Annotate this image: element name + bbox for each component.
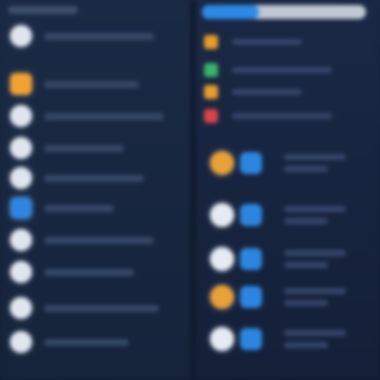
toggle-button[interactable]	[240, 204, 262, 226]
sidebar	[0, 0, 190, 380]
status-row[interactable]	[204, 32, 374, 52]
status-row[interactable]	[204, 82, 374, 102]
setting-row[interactable]	[210, 282, 380, 312]
sidebar-item[interactable]	[0, 66, 190, 102]
main-panel	[196, 0, 380, 380]
status-indicator-icon	[204, 35, 218, 49]
sidebar-item-label	[44, 80, 139, 88]
circle-icon	[10, 261, 32, 283]
sidebar-item[interactable]	[10, 24, 180, 48]
progress-fill	[202, 5, 260, 19]
app-icon-orange	[210, 285, 234, 309]
app-window	[0, 0, 380, 380]
sidebar-item-label	[44, 268, 134, 276]
circle-icon	[10, 331, 32, 353]
sidebar-item-label	[44, 112, 164, 120]
setting-text	[284, 250, 346, 268]
setting-row[interactable]	[210, 244, 380, 274]
setting-row[interactable]	[210, 200, 380, 230]
status-label	[232, 67, 332, 73]
app-icon-blue	[10, 197, 32, 219]
setting-text	[284, 330, 346, 348]
status-indicator-icon	[204, 63, 218, 77]
setting-text	[284, 206, 346, 224]
sidebar-item[interactable]	[10, 260, 180, 284]
status-row[interactable]	[204, 106, 374, 126]
app-icon-orange	[10, 73, 32, 95]
toggle-button[interactable]	[240, 248, 262, 270]
toggle-button[interactable]	[240, 328, 262, 350]
progress-bar	[202, 5, 366, 19]
circle-icon	[210, 247, 234, 271]
sidebar-item-label	[44, 32, 154, 40]
setting-text	[284, 288, 346, 306]
status-indicator-icon	[204, 109, 218, 123]
sidebar-item[interactable]	[10, 228, 180, 252]
circle-icon	[210, 327, 234, 351]
sidebar-item[interactable]	[10, 196, 180, 220]
status-label	[232, 113, 332, 119]
status-indicator-icon	[204, 85, 218, 99]
circle-icon	[10, 137, 32, 159]
toggle-button[interactable]	[240, 286, 262, 308]
status-row[interactable]	[204, 60, 374, 80]
sidebar-item-label	[44, 338, 129, 346]
sidebar-item[interactable]	[10, 166, 180, 190]
status-label	[232, 89, 302, 95]
setting-row[interactable]	[210, 324, 380, 354]
circle-icon	[10, 25, 32, 47]
circle-icon	[210, 203, 234, 227]
sidebar-item-label	[44, 204, 114, 212]
status-label	[232, 39, 302, 45]
circle-icon	[10, 167, 32, 189]
app-icon-orange	[210, 151, 234, 175]
setting-text	[284, 154, 346, 172]
sidebar-item-label	[44, 236, 154, 244]
sidebar-item-label	[44, 304, 159, 312]
sidebar-item[interactable]	[10, 136, 180, 160]
setting-row[interactable]	[210, 148, 380, 178]
circle-icon	[10, 105, 32, 127]
sidebar-item-label	[44, 144, 124, 152]
sidebar-item-label	[44, 174, 144, 182]
circle-icon	[10, 229, 32, 251]
sidebar-item[interactable]	[10, 104, 180, 128]
sidebar-header-placeholder	[8, 6, 78, 14]
sidebar-item[interactable]	[10, 296, 180, 320]
circle-icon	[10, 297, 32, 319]
toggle-button[interactable]	[240, 152, 262, 174]
sidebar-item[interactable]	[10, 330, 180, 354]
